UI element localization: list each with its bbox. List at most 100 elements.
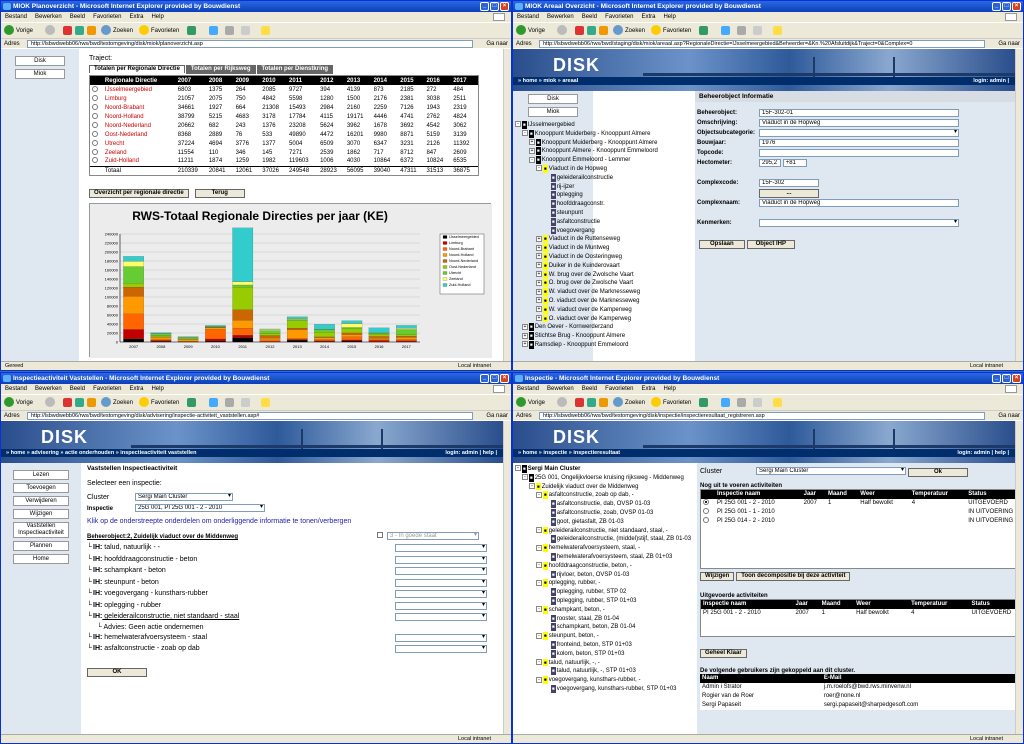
- inspectie-select[interactable]: 25G 001, PI 25G 001 - 2 - 2010: [135, 504, 265, 512]
- item-link[interactable]: talud, natuurlijk - -: [102, 544, 160, 551]
- expand-icon[interactable]: +: [536, 270, 542, 277]
- tree-node[interactable]: + ■ Ramsdiep - Knooppunt Emmeloord: [515, 340, 693, 350]
- forward-button[interactable]: [45, 397, 57, 409]
- item-state-select[interactable]: [395, 555, 487, 564]
- tab-regionale-directie[interactable]: Totalen per Regionale Directie: [89, 65, 185, 73]
- tree-node[interactable]: ■ oplegging, rubber, STP 02: [515, 588, 695, 597]
- expand-icon[interactable]: +: [536, 235, 542, 242]
- forward-button[interactable]: [557, 25, 569, 37]
- complexnaam-input[interactable]: Viaduct in de Hopweg: [759, 199, 960, 207]
- collapse-icon[interactable]: -: [536, 658, 542, 665]
- collapse-icon[interactable]: -: [536, 544, 542, 551]
- tree-node[interactable]: + ■ Stichtse Brug - Knooppunt Almere: [515, 332, 693, 341]
- nav-miok-button[interactable]: Miok: [528, 107, 578, 117]
- search-button[interactable]: Zoeken: [613, 397, 645, 409]
- address-input[interactable]: http://lsbwdwebb06/rws/bwd/testomgeving/…: [27, 40, 473, 48]
- object-ihp-button[interactable]: Object IHP: [746, 240, 795, 249]
- breadcrumb-text[interactable]: » home » miok » areaal: [518, 78, 578, 84]
- tree-node[interactable]: - ■ talud, natuurlijk, -, -: [515, 658, 695, 668]
- expand-icon[interactable]: +: [536, 262, 542, 269]
- menu-bewerken[interactable]: Bewerken: [547, 386, 574, 392]
- close-button[interactable]: ×: [500, 2, 509, 11]
- home-icon[interactable]: [87, 398, 96, 407]
- collapse-icon[interactable]: -: [515, 121, 521, 128]
- nav-button[interactable]: Home: [13, 554, 69, 564]
- back-button[interactable]: Vorige: [4, 25, 33, 37]
- messenger-icon[interactable]: [261, 26, 270, 35]
- menu-help[interactable]: Help: [151, 14, 163, 20]
- tree-node[interactable]: - ■ IJsselmeergebied: [515, 121, 693, 130]
- refresh-icon[interactable]: [75, 398, 84, 407]
- refresh-icon[interactable]: [75, 26, 84, 35]
- complex-lookup-button[interactable]: ...: [759, 188, 820, 198]
- table-row[interactable]: PI 25G 001 - 2 - 2010 2007 1 Half bewolkt 4 U…: [701, 499, 1023, 508]
- nav-disk-button[interactable]: Disk: [15, 56, 65, 66]
- history-icon[interactable]: [187, 26, 196, 35]
- forward-button[interactable]: [557, 397, 569, 409]
- row-radio[interactable]: [92, 148, 98, 155]
- item-state-select[interactable]: [395, 613, 487, 621]
- menu-favorieten[interactable]: Favorieten: [605, 14, 633, 20]
- nav-button[interactable]: Verwijderen: [13, 496, 69, 506]
- collapse-icon[interactable]: -: [536, 562, 542, 569]
- menu-bestand[interactable]: Bestand: [5, 14, 27, 20]
- row-radio[interactable]: [92, 85, 98, 92]
- breadcrumb-text[interactable]: » home » advisering » actie onderhouden …: [6, 450, 196, 456]
- home-icon[interactable]: [599, 398, 608, 407]
- menu-bestand[interactable]: Bestand: [517, 386, 539, 392]
- row-radio[interactable]: [92, 130, 98, 137]
- tree-node[interactable]: ■ asfaltconstructie: [515, 217, 693, 227]
- favorites-button[interactable]: Favorieten: [139, 25, 179, 37]
- show-decomposition-button[interactable]: Toon decompositie bij deze activiteit: [736, 571, 851, 581]
- object-checkbox[interactable]: [377, 532, 383, 538]
- row-radio[interactable]: [92, 121, 98, 128]
- print-icon[interactable]: [737, 26, 746, 35]
- maximize-button[interactable]: □: [490, 374, 499, 383]
- tree-node[interactable]: ■ hoofddraagconstr.: [515, 200, 693, 209]
- ok-button[interactable]: Ok: [907, 467, 968, 477]
- edit-icon[interactable]: [753, 26, 762, 35]
- cluster-select[interactable]: Sergi Main Cluster: [135, 493, 233, 501]
- nav-button[interactable]: Lezen: [13, 470, 69, 480]
- minimize-button[interactable]: _: [992, 2, 1001, 11]
- tree-node[interactable]: + ■ Knooppunt Muiderberg - Knooppunt Almer…: [515, 138, 693, 148]
- tree-node[interactable]: ■ steunpunt: [515, 208, 693, 218]
- tree-node[interactable]: ■ rij-ijzer: [515, 182, 693, 192]
- tree-node[interactable]: - ■ oplegging, rubber, -: [515, 579, 695, 588]
- tree-node[interactable]: - ■ steunpunt, beton, -: [515, 632, 695, 641]
- menu-extra[interactable]: Extra: [641, 14, 655, 20]
- tree-node[interactable]: ■ oplegging: [515, 191, 693, 200]
- tab-rijksweg[interactable]: Totalen per Rijksweg: [185, 65, 256, 74]
- tree-node[interactable]: + ■ Den Oever - Kornwerderzand: [515, 323, 693, 332]
- tree-node[interactable]: ■ geleiderailconstructie: [515, 173, 693, 183]
- tree-node[interactable]: ■ hemelwaterafvoersysteem, staal, ZB 01+0…: [515, 552, 695, 562]
- tree-node[interactable]: ■ schampkant, beton, ZB 01-04: [515, 623, 695, 632]
- back-button[interactable]: Vorige: [516, 397, 545, 409]
- minimize-button[interactable]: _: [480, 374, 489, 383]
- nav-button[interactable]: Toevoegen: [13, 483, 69, 493]
- tree-node[interactable]: + ■ Viaduct in de Ruttenseweg: [515, 235, 693, 244]
- item-link[interactable]: voegovergang - kunsthars-rubber: [102, 590, 208, 597]
- vertical-scrollbar[interactable]: [1015, 49, 1023, 361]
- tree-node[interactable]: - ■ schampkant, beton, -: [515, 605, 695, 615]
- collapse-icon[interactable]: -: [522, 130, 528, 137]
- nav-button[interactable]: Plannen: [13, 541, 69, 551]
- collapse-icon[interactable]: -: [529, 483, 535, 490]
- expand-icon[interactable]: +: [536, 314, 542, 321]
- row-radio[interactable]: [92, 112, 98, 119]
- tree-node[interactable]: - ■ hoofddraagconstructie, beton, -: [515, 561, 695, 571]
- home-icon[interactable]: [87, 26, 96, 35]
- collapse-icon[interactable]: -: [536, 579, 542, 586]
- expand-icon[interactable]: +: [536, 279, 542, 286]
- messenger-icon[interactable]: [261, 398, 270, 407]
- menu-bestand[interactable]: Bestand: [517, 14, 539, 20]
- tree-node[interactable]: + ■ O. viaduct over de Kamperweg: [515, 314, 693, 324]
- tree-node[interactable]: ■ voegovergang: [515, 226, 693, 236]
- item-state-select[interactable]: [395, 590, 487, 598]
- tree-node[interactable]: + ■ W. viaduct over de Kamperweg: [515, 305, 693, 315]
- login-text[interactable]: login: admin | help |: [957, 449, 1009, 457]
- menu-bewerken[interactable]: Bewerken: [35, 386, 62, 392]
- row-radio[interactable]: [92, 139, 98, 146]
- item-state-select[interactable]: [395, 645, 487, 653]
- row-radio[interactable]: [92, 103, 98, 110]
